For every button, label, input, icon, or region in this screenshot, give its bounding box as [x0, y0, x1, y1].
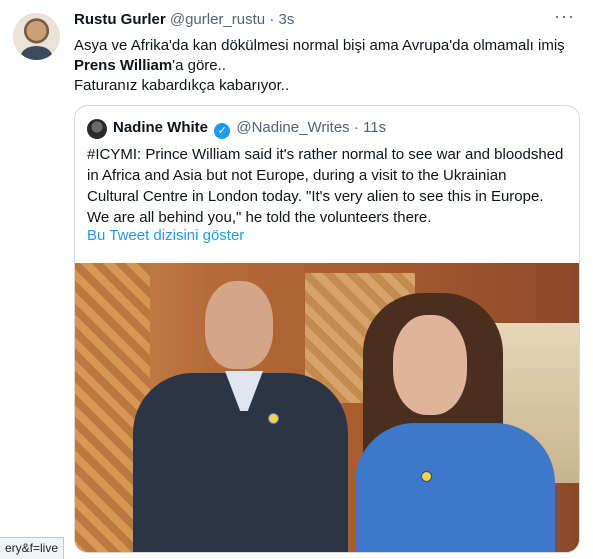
tweet-text-line: Faturanız kabardıkça kabarıyor.. [74, 77, 290, 94]
quoted-text-line: #ICYMI: Prince William said it's rather … [87, 146, 564, 163]
verified-badge-icon: ✓ [214, 123, 231, 139]
tweet-text-line: Asya ve Afrika'da kan dökülmesi normal b… [74, 37, 565, 54]
quoted-author-handle: @Nadine_Writes [236, 119, 350, 136]
quoted-text-line: in Africa and Asia but not Europe, durin… [87, 167, 507, 184]
quoted-tweet-text: #ICYMI: Prince William said it's rather … [87, 144, 572, 228]
quoted-tweet-header: Nadine White ✓ @Nadine_Writes · 11s [113, 119, 386, 139]
pin-badge [268, 413, 279, 424]
browser-status-url: ery&f=live [0, 537, 65, 559]
tweet-text: Asya ve Afrika'da kan dökülmesi normal b… [74, 36, 574, 96]
photo-person-man-head [205, 281, 273, 369]
show-thread-link[interactable]: Bu Tweet dizisini göster [87, 227, 244, 244]
author-name[interactable]: Rustu Gurler [74, 11, 166, 28]
photo-person-woman-face [393, 315, 467, 415]
dot-separator: · [269, 11, 275, 28]
author-avatar[interactable] [13, 13, 60, 60]
mention-bold: Prens William [74, 57, 173, 74]
quoted-tweet-time: 11s [363, 119, 387, 136]
tweet-text-line: Prens William'a göre.. [74, 56, 574, 76]
quoted-text-line: Cultural Centre in London today. "It's v… [87, 188, 544, 205]
quoted-tweet[interactable]: Nadine White ✓ @Nadine_Writes · 11s #ICY… [74, 105, 580, 553]
dot-separator: · [353, 119, 359, 136]
quoted-author-avatar [87, 119, 107, 139]
photo-person-woman [355, 423, 555, 552]
quoted-text-line: We are all behind you," he told the volu… [87, 209, 432, 226]
more-options-icon[interactable]: ··· [554, 6, 575, 27]
tweet-text-fragment: 'a göre.. [172, 57, 226, 74]
tweet-time[interactable]: 3s [278, 11, 294, 28]
tweet-photo[interactable] [75, 263, 579, 552]
author-handle[interactable]: @gurler_rustu [170, 11, 265, 28]
pin-badge [421, 471, 432, 482]
tweet-header: Rustu Gurler @gurler_rustu · 3s [74, 11, 294, 28]
quoted-author-name: Nadine White [113, 119, 209, 136]
